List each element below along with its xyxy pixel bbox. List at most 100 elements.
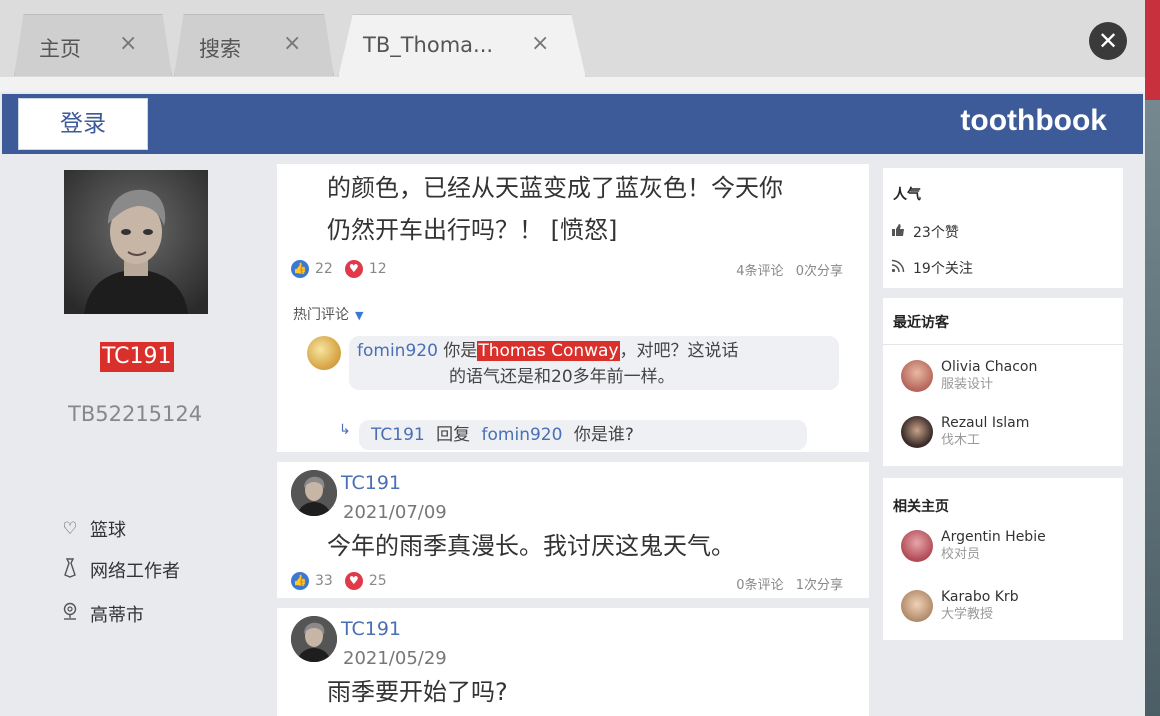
- avatar: [901, 360, 933, 392]
- right-sidebar: 人气 23个赞 19个关注 最近访客 Olivia Chacon 服装设计 Re…: [883, 154, 1123, 716]
- background-red-tab: [1145, 0, 1160, 100]
- followers-line: 19个关注: [891, 258, 973, 278]
- post-meta: 0条评论 1次分享: [736, 574, 843, 593]
- tab-profile[interactable]: TB_Thoma... ×: [338, 14, 586, 78]
- tab-search-label: 搜索: [199, 37, 241, 61]
- avatar: [901, 530, 933, 562]
- site-logo[interactable]: toothbook: [960, 104, 1107, 138]
- commenter-avatar[interactable]: [307, 336, 341, 370]
- tab-home[interactable]: 主页 ×: [14, 14, 172, 76]
- post-feed: 的颜色，已经从天蓝变成了蓝灰色！今天你 仍然开车出行吗？！ [愤怒] 👍 22 …: [277, 154, 869, 716]
- post-date: 2021/05/29: [343, 648, 447, 669]
- reply-verb: 回复: [436, 425, 471, 445]
- heart-icon[interactable]: ♥: [344, 260, 363, 278]
- reply-bubble: TC191 回复 fomin920 你是谁?: [359, 420, 807, 450]
- post-reactions: 👍 33 ♥ 25: [291, 572, 387, 590]
- related-item[interactable]: Karabo Krb 大学教授: [901, 588, 1019, 624]
- recent-visitors-box: 最近访客 Olivia Chacon 服装设计 Rezaul Islam 伐木工: [883, 298, 1123, 466]
- post-card: TC191 2021/07/09 今年的雨季真漫长。我讨厌这鬼天气。 👍 33 …: [277, 462, 869, 598]
- like-icon[interactable]: 👍: [291, 260, 309, 278]
- profile-username: TC191: [100, 342, 174, 372]
- followers-count: 19个关注: [913, 261, 973, 277]
- profile-panel: TC191 TB52215124 ♡ 篮球 网络工作者 高蒂市: [0, 154, 276, 716]
- login-button[interactable]: 登录: [18, 98, 148, 150]
- hot-comments-toggle[interactable]: 热门评论 ▼: [293, 304, 363, 324]
- reply-arrow-icon: ↳: [339, 422, 351, 438]
- profile-city: 高蒂市: [60, 601, 144, 627]
- post-author-avatar[interactable]: [291, 470, 337, 516]
- popularity-title: 人气: [893, 187, 921, 203]
- comment-bubble: fomin920 你是Thomas Conway，对吧？这说话 的语气还是和20…: [349, 336, 839, 390]
- related-role: 校对员: [941, 547, 981, 562]
- comment-count[interactable]: 0条评论: [736, 578, 783, 593]
- reply-target-link[interactable]: fomin920: [482, 425, 563, 445]
- app-window: 主页 × 搜索 × TB_Thoma... × ✕ 登录 toothbook T…: [0, 0, 1145, 716]
- location-pin-icon: [60, 602, 80, 627]
- profile-hobby: ♡ 篮球: [60, 516, 126, 542]
- post-author-name[interactable]: TC191: [341, 618, 401, 640]
- visitor-item[interactable]: Rezaul Islam 伐木工: [901, 414, 1029, 450]
- like-count: 22: [315, 261, 333, 277]
- caret-down-icon: ▼: [355, 309, 364, 322]
- post-author-name[interactable]: TC191: [341, 472, 401, 494]
- tie-icon: [60, 557, 80, 583]
- post-text-line: 仍然开车出行吗？！ [愤怒]: [327, 216, 618, 244]
- divider: [883, 344, 1123, 345]
- visitor-role: 伐木工: [941, 433, 981, 448]
- post-author-avatar[interactable]: [291, 616, 337, 662]
- reply-text: 你是谁?: [573, 425, 634, 445]
- comment-highlighted-name: Thomas Conway: [477, 341, 620, 361]
- related-item[interactable]: Argentin Hebie 校对员: [901, 528, 1046, 564]
- comment-text-suffix: ，对吧？这说话: [619, 341, 739, 361]
- profile-avatar: [64, 170, 208, 314]
- post-card: TC191 2021/05/29 雨季要开始了吗?: [277, 608, 869, 716]
- profile-user-id: TB52215124: [68, 402, 203, 426]
- tab-search-close-icon[interactable]: ×: [283, 31, 301, 56]
- likes-line: 23个赞: [891, 222, 959, 242]
- tab-profile-label: TB_Thoma...: [363, 33, 494, 57]
- related-role: 大学教授: [941, 607, 994, 622]
- rss-icon: [891, 259, 905, 277]
- comment-author-link[interactable]: fomin920: [357, 341, 438, 361]
- post-text-line: 雨季要开始了吗?: [327, 678, 508, 706]
- like-count: 33: [315, 573, 333, 589]
- like-icon[interactable]: 👍: [291, 572, 309, 590]
- thumbs-up-icon: [891, 223, 905, 241]
- visitor-role: 服装设计: [941, 377, 994, 392]
- likes-count: 23个赞: [913, 225, 959, 241]
- profile-hobby-text: 篮球: [90, 520, 126, 541]
- tab-search[interactable]: 搜索 ×: [174, 14, 334, 76]
- share-count[interactable]: 0次分享: [796, 264, 843, 279]
- profile-job: 网络工作者: [60, 557, 180, 583]
- post-meta: 4条评论 0次分享: [736, 260, 843, 279]
- tab-home-close-icon[interactable]: ×: [119, 31, 137, 56]
- visitor-item[interactable]: Olivia Chacon 服装设计: [901, 358, 1037, 394]
- post-reactions: 👍 22 ♥ 12: [291, 260, 387, 278]
- comment-text-prefix: 你是: [443, 341, 478, 361]
- recent-visitors-title: 最近访客: [893, 315, 949, 331]
- tab-home-label: 主页: [39, 37, 81, 61]
- comment-count[interactable]: 4条评论: [736, 264, 783, 279]
- window-close-icon[interactable]: ✕: [1089, 22, 1127, 60]
- tab-bar: 主页 × 搜索 × TB_Thoma... × ✕: [0, 0, 1145, 92]
- heart-count: 25: [368, 573, 387, 589]
- post-text-line: 今年的雨季真漫长。我讨厌这鬼天气。: [327, 532, 735, 560]
- hot-comments-label: 热门评论: [293, 307, 349, 323]
- heart-icon[interactable]: ♥: [344, 572, 363, 590]
- heart-count: 12: [368, 261, 387, 277]
- related-pages-title: 相关主页: [893, 499, 949, 515]
- post-text-line: 的颜色，已经从天蓝变成了蓝灰色！今天你: [327, 174, 783, 202]
- reply-author-link[interactable]: TC191: [371, 425, 425, 445]
- popularity-box: 人气 23个赞 19个关注: [883, 168, 1123, 288]
- site-header: 登录 toothbook: [2, 94, 1143, 154]
- post-card: 的颜色，已经从天蓝变成了蓝灰色！今天你 仍然开车出行吗？！ [愤怒] 👍 22 …: [277, 164, 869, 452]
- tab-profile-close-icon[interactable]: ×: [531, 31, 549, 56]
- related-name: Argentin Hebie: [941, 529, 1046, 545]
- heart-outline-icon: ♡: [62, 519, 78, 539]
- visitor-name: Rezaul Islam: [941, 415, 1030, 431]
- share-count[interactable]: 1次分享: [796, 578, 843, 593]
- portrait-image: [64, 170, 208, 314]
- post-date: 2021/07/09: [343, 502, 447, 523]
- visitor-name: Olivia Chacon: [941, 359, 1038, 375]
- profile-job-text: 网络工作者: [90, 561, 180, 582]
